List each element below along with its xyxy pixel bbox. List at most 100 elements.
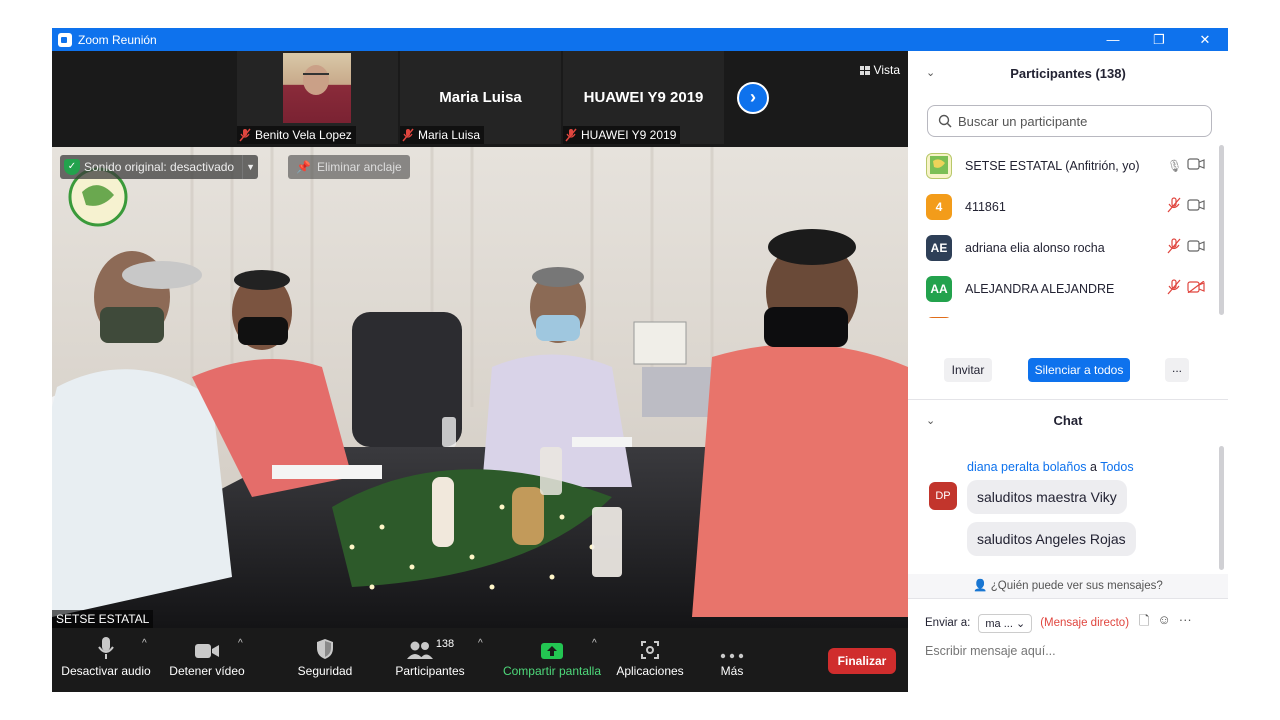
share-options-caret-icon[interactable]: ^ bbox=[592, 638, 597, 649]
audio-options-caret-icon[interactable]: ^ bbox=[142, 638, 147, 649]
collapse-chevron-icon[interactable]: ⌄ bbox=[926, 66, 935, 79]
video-area: Benito Vela Lopez Maria Luisa Maria Luis… bbox=[52, 51, 908, 692]
mic-muted-icon[interactable] bbox=[1167, 238, 1181, 257]
grid-icon bbox=[859, 65, 870, 75]
pin-icon: 📌 bbox=[296, 160, 311, 174]
video-camera-icon[interactable] bbox=[1187, 240, 1205, 255]
close-button[interactable]: ✕ bbox=[1182, 28, 1228, 51]
mic-muted-icon[interactable] bbox=[1167, 279, 1181, 298]
mic-muted-icon bbox=[402, 128, 414, 142]
participant-row[interactable]: SETSE ESTATAL (Anfitrión, yo) 🎙 bbox=[908, 145, 1218, 186]
participant-row[interactable]: AE adriana elia alonso rocha bbox=[908, 227, 1218, 268]
stop-video-button[interactable]: Detener vídeo ^ bbox=[166, 628, 248, 692]
participants-button[interactable]: 138 Participantes ^ bbox=[392, 628, 482, 692]
minimize-button[interactable]: — bbox=[1090, 28, 1136, 51]
end-meeting-button[interactable]: Finalizar bbox=[828, 648, 896, 674]
chat-sender[interactable]: diana peralta bolaños bbox=[967, 460, 1087, 474]
participant-avatar: 4 bbox=[926, 193, 952, 220]
chat-sender-line: diana peralta bolaños a Todos bbox=[967, 460, 1134, 474]
mic-muted-icon bbox=[239, 128, 251, 142]
next-page-arrow-icon[interactable]: › bbox=[737, 82, 769, 114]
apps-button[interactable]: Aplicaciones bbox=[614, 628, 686, 692]
video-camera-icon bbox=[166, 628, 248, 664]
participant-row[interactable]: 4 411861 bbox=[908, 186, 1218, 227]
send-to-row: Enviar a: ma ... ⌄ (Mensaje directo) 🗋 ☺… bbox=[925, 611, 1215, 635]
chevron-down-icon[interactable]: ▼ bbox=[242, 155, 258, 179]
people-icon: 138 bbox=[392, 628, 468, 664]
video-camera-icon[interactable] bbox=[1187, 199, 1205, 214]
recipient-dropdown[interactable]: ma ... ⌄ bbox=[978, 613, 1033, 633]
video-options-caret-icon[interactable]: ^ bbox=[238, 638, 243, 649]
video-off-icon[interactable] bbox=[1187, 280, 1205, 296]
thumbnail-huawei[interactable]: HUAWEI Y9 2019 HUAWEI Y9 2019 bbox=[563, 51, 724, 144]
thumbnail-name: Benito Vela Lopez bbox=[237, 126, 356, 144]
original-sound-toggle[interactable]: ✓ Sonido original: desactivado ▼ bbox=[60, 155, 259, 179]
chat-header: ⌄ Chat bbox=[908, 401, 1228, 441]
mute-all-button[interactable]: Silenciar a todos bbox=[1028, 358, 1130, 382]
mute-audio-button[interactable]: Desactivar audio ^ bbox=[58, 628, 154, 692]
more-dots-icon bbox=[712, 628, 752, 664]
more-dots-icon[interactable]: ··· bbox=[1179, 612, 1192, 634]
zoom-window: Zoom Reunión — ❐ ✕ Benito Vela Lopez Mar… bbox=[52, 28, 1228, 692]
search-input[interactable]: Buscar un participante bbox=[958, 114, 1087, 129]
participant-search-box[interactable]: Buscar un participante bbox=[927, 105, 1212, 137]
speaker-name-label: SETSE ESTATAL bbox=[52, 610, 154, 628]
thumbnail-benito[interactable]: Benito Vela Lopez bbox=[237, 51, 398, 144]
collapse-chevron-icon[interactable]: ⌄ bbox=[926, 401, 935, 441]
participants-count: 138 bbox=[435, 638, 455, 650]
thumbnail-big-label: HUAWEI Y9 2019 bbox=[583, 89, 704, 106]
participant-row-partial[interactable] bbox=[908, 309, 1218, 318]
send-to-label: Enviar a: bbox=[925, 617, 971, 629]
side-panel: ⌄ Participantes (138) Buscar un particip… bbox=[908, 51, 1228, 692]
security-button[interactable]: Seguridad bbox=[290, 628, 360, 692]
chat-tools: 🗋 ☺ ··· bbox=[1139, 612, 1192, 634]
host-logo-avatar bbox=[926, 152, 952, 179]
chat-recipient: Todos bbox=[1100, 460, 1134, 474]
microphone-icon bbox=[58, 628, 154, 664]
chat-scrollbar[interactable] bbox=[1218, 446, 1224, 570]
meeting-room-scene bbox=[52, 147, 908, 628]
file-icon[interactable]: 🗋 bbox=[1139, 612, 1149, 634]
share-screen-button[interactable]: Compartir pantalla ^ bbox=[500, 628, 604, 692]
participants-more-button[interactable]: ... bbox=[1165, 358, 1189, 382]
direct-message-label: (Mensaje directo) bbox=[1040, 617, 1130, 629]
chat-message: saluditos maestra Viky bbox=[967, 480, 1127, 514]
restore-button[interactable]: ❐ bbox=[1136, 28, 1182, 51]
invite-button[interactable]: Invitar bbox=[944, 358, 992, 382]
participants-options-caret-icon[interactable]: ^ bbox=[478, 638, 483, 649]
share-screen-icon bbox=[500, 628, 604, 664]
thumbnail-big-label: Maria Luisa bbox=[439, 89, 522, 106]
thumbnail-maria[interactable]: Maria Luisa Maria Luisa bbox=[400, 51, 561, 144]
shield-icon bbox=[290, 628, 360, 664]
thumbnail-strip: Benito Vela Lopez Maria Luisa Maria Luis… bbox=[52, 51, 908, 147]
title-bar: Zoom Reunión — ❐ ✕ bbox=[52, 28, 1228, 51]
window-controls: — ❐ ✕ bbox=[1090, 28, 1228, 51]
video-camera-icon[interactable] bbox=[1187, 158, 1205, 173]
active-speaker-video: ✓ Sonido original: desactivado ▼ 📌 Elimi… bbox=[52, 147, 908, 628]
unpin-button[interactable]: 📌 Eliminar anclaje bbox=[288, 155, 410, 179]
mic-muted-icon[interactable] bbox=[1167, 197, 1181, 216]
participant-list-scrollbar[interactable] bbox=[1218, 145, 1224, 318]
participant-avatar bbox=[926, 316, 952, 318]
participant-avatar: AA bbox=[926, 275, 952, 302]
search-icon bbox=[938, 114, 952, 128]
who-can-see-link[interactable]: 👤 ¿Quién puede ver sus mensajes? bbox=[908, 574, 1228, 598]
panel-divider bbox=[908, 399, 1228, 400]
zoom-logo-icon bbox=[58, 32, 72, 47]
thumbnail-name: HUAWEI Y9 2019 bbox=[563, 126, 681, 144]
view-button[interactable]: Vista bbox=[859, 63, 900, 77]
meeting-toolbar: Desactivar audio ^ Detener vídeo ^ Segur… bbox=[52, 628, 908, 692]
chat-message-input[interactable] bbox=[925, 641, 1215, 661]
participant-avatar: AE bbox=[926, 234, 952, 261]
emoji-icon[interactable]: ☺ bbox=[1157, 612, 1170, 634]
participants-header: ⌄ Participantes (138) bbox=[908, 51, 1228, 95]
shield-check-icon: ✓ bbox=[64, 159, 80, 175]
chat-message: saluditos Angeles Rojas bbox=[967, 522, 1136, 556]
microphone-icon[interactable]: 🎙 bbox=[1167, 159, 1182, 173]
participant-actions: Invitar Silenciar a todos ... bbox=[908, 358, 1228, 386]
participant-row[interactable]: AA ALEJANDRA ALEJANDRE bbox=[908, 268, 1218, 309]
mic-muted-icon bbox=[565, 128, 577, 142]
more-button[interactable]: Más bbox=[712, 628, 752, 692]
window-title: Zoom Reunión bbox=[78, 32, 157, 47]
participant-photo bbox=[283, 53, 351, 123]
